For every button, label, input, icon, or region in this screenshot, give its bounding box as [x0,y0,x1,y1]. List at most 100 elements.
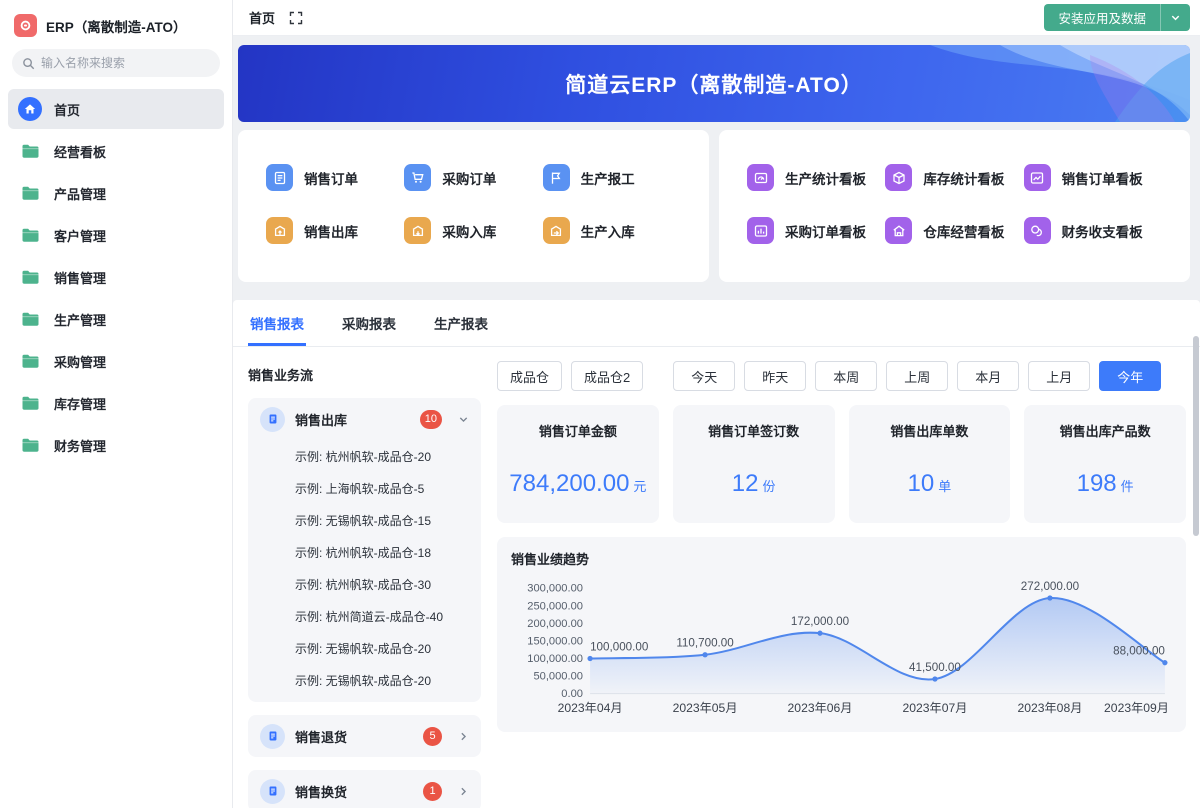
flow-group-sales-exchange[interactable]: 销售换货 1 [248,770,481,808]
count-badge: 5 [423,726,442,746]
period-filter-group: 今天 昨天 本周 上周 本月 上月 今年 [673,361,1162,391]
quick-link-finance-board[interactable]: 财务收支看板 [1023,217,1162,244]
quick-link-warehouse-board[interactable]: 仓库经营看板 [885,217,1023,244]
sales-report-panel: 销售报表 采购报表 生产报表 销售业务流 销售出库 10 示例: 杭州帆软-成品… [233,300,1200,808]
flow-item[interactable]: 示例: 上海帆软-成品仓-5 [248,472,481,504]
breadcrumb[interactable]: 首页 [249,8,275,27]
flow-group-label: 销售退货 [295,729,348,745]
filter-warehouse-1[interactable]: 成品仓 [497,361,563,391]
chart-title: 销售业绩趋势 [511,552,590,567]
quick-link-label: 财务收支看板 [1061,224,1143,240]
tab-sales-report[interactable]: 销售报表 [248,300,306,346]
svg-text:2023年04月: 2023年04月 [558,701,623,715]
quick-link-purchase-order-board[interactable]: 采购订单看板 [747,217,885,244]
stat-value: 784,200.00 [509,470,630,497]
svg-text:2023年09月: 2023年09月 [1104,701,1169,715]
sidebar-search[interactable] [12,49,220,77]
sidebar-item-customer-mgmt[interactable]: 客户管理 [8,215,224,255]
sidebar-item-label: 库存管理 [54,396,107,412]
sidebar-item-inventory-mgmt[interactable]: 库存管理 [8,383,224,423]
sidebar-item-finance-mgmt[interactable]: 财务管理 [8,425,224,465]
chevron-down-icon[interactable] [452,414,469,425]
quick-link-purchase-inbound[interactable]: 采购入库 [404,217,542,244]
flow-group-sales-return[interactable]: 销售退货 5 [248,715,481,757]
flow-item[interactable]: 示例: 杭州帆软-成品仓-20 [248,440,481,472]
stat-label: 销售订单签订数 [708,424,800,439]
filter-warehouse-2[interactable]: 成品仓2 [571,361,644,391]
svg-text:41,500.00: 41,500.00 [909,661,961,674]
quick-link-inventory-stats-board[interactable]: 库存统计看板 [885,164,1023,191]
box-in-icon [404,217,432,244]
banner: 简道云ERP（离散制造-ATO） [238,45,1190,122]
quick-link-purchase-order[interactable]: 采购订单 [404,164,542,191]
filter-yesterday[interactable]: 昨天 [744,361,807,391]
chevron-right-icon[interactable] [452,786,469,797]
flow-item[interactable]: 示例: 无锡帆软-成品仓-15 [248,504,481,536]
filter-this-week[interactable]: 本周 [815,361,878,391]
flow-item[interactable]: 示例: 杭州帆软-成品仓-30 [248,568,481,600]
quick-link-sales-outbound[interactable]: 销售出库 [266,217,404,244]
sales-trend-chart: 0.00 50,000.00 100,000.00 150,000.00 200,000… [527,580,1169,715]
content-area: 简道云ERP（离散制造-ATO） 销售订单 采购订单 生产报工 销售出库 采购入… [233,36,1200,808]
sidebar-item-business-dashboard[interactable]: 经营看板 [8,131,224,171]
sidebar-item-label: 财务管理 [54,438,107,454]
sidebar-nav: 首页 经营看板 产品管理 客户管理 销售管理 生产管理 采购管理 库存管理 财务… [0,89,232,465]
quick-link-label: 生产统计看板 [785,171,866,187]
quick-link-production-stats-board[interactable]: 生产统计看板 [747,164,885,191]
flow-group-header[interactable]: 销售出库 10 [248,398,481,440]
sidebar-item-product-mgmt[interactable]: 产品管理 [8,173,224,213]
sidebar-item-label: 客户管理 [54,228,107,244]
install-button[interactable]: 安装应用及数据 [1044,4,1190,31]
flow-item[interactable]: 示例: 无锡帆软-成品仓-20 [248,632,481,664]
chevron-right-icon[interactable] [452,731,469,742]
banner-title: 简道云ERP（离散制造-ATO） [565,73,863,97]
sidebar-item-label: 产品管理 [54,186,107,202]
filter-today[interactable]: 今天 [673,361,736,391]
expand-icon[interactable] [289,11,303,25]
flow-item[interactable]: 示例: 无锡帆软-成品仓-20 [248,664,481,696]
quick-link-sales-order[interactable]: 销售订单 [266,164,404,191]
svg-text:50,000.00: 50,000.00 [533,671,583,683]
sidebar-item-home[interactable]: 首页 [8,89,224,129]
filter-last-week[interactable]: 上周 [886,361,949,391]
app-logo-icon [14,14,37,37]
sales-flow-panel: 销售业务流 销售出库 10 示例: 杭州帆软-成品仓-20 示例: 上海帆软-成… [248,361,481,808]
quick-link-production-report[interactable]: 生产报工 [542,164,681,191]
flow-item[interactable]: 示例: 杭州简道云-成品仓-40 [248,600,481,632]
svg-text:0.00: 0.00 [561,688,583,700]
box-in-icon [542,217,570,244]
search-icon [23,57,35,69]
filter-this-year[interactable]: 今年 [1099,361,1162,391]
svg-text:300,000.00: 300,000.00 [527,583,583,595]
folder-icon [18,143,42,159]
warehouse-filter-group: 成品仓 成品仓2 [497,361,644,391]
tab-purchase-report[interactable]: 采购报表 [340,300,398,346]
app-header: ERP（离散制造-ATO） [0,8,232,47]
svg-text:2023年07月: 2023年07月 [903,701,968,715]
sidebar-item-production-mgmt[interactable]: 生产管理 [8,299,224,339]
flow-item[interactable]: 示例: 杭州帆软-成品仓-18 [248,536,481,568]
folder-icon [18,227,42,243]
search-input[interactable] [41,56,191,70]
stat-unit: 元 [633,479,647,494]
tab-production-report[interactable]: 生产报表 [432,300,490,346]
stat-label: 销售出库单数 [890,424,969,439]
quick-link-production-inbound[interactable]: 生产入库 [542,217,681,244]
filter-this-month[interactable]: 本月 [957,361,1020,391]
sidebar-item-purchase-mgmt[interactable]: 采购管理 [8,341,224,381]
chevron-down-icon[interactable] [1161,12,1190,23]
quick-link-sales-order-board[interactable]: 销售订单看板 [1023,164,1162,191]
report-content: 成品仓 成品仓2 今天 昨天 本周 上周 本月 上月 今年 销售订单金额 784… [497,361,1186,808]
filter-last-month[interactable]: 上月 [1028,361,1091,391]
svg-text:110,700.00: 110,700.00 [676,637,734,650]
sales-trend-card: 销售业绩趋势 0.00 50,000.00 100,000.00 150,000.00… [497,537,1186,732]
quick-link-label: 生产报工 [580,171,635,187]
scrollbar-thumb[interactable] [1193,336,1199,536]
sales-flow-title: 销售业务流 [248,368,314,383]
svg-text:2023年05月: 2023年05月 [673,701,738,715]
quick-link-label: 采购入库 [442,224,497,240]
svg-text:100,000.00: 100,000.00 [527,653,583,665]
flow-group-label: 销售出库 [295,412,348,428]
sidebar-item-sales-mgmt[interactable]: 销售管理 [8,257,224,297]
quick-link-label: 仓库经营看板 [923,224,1005,240]
